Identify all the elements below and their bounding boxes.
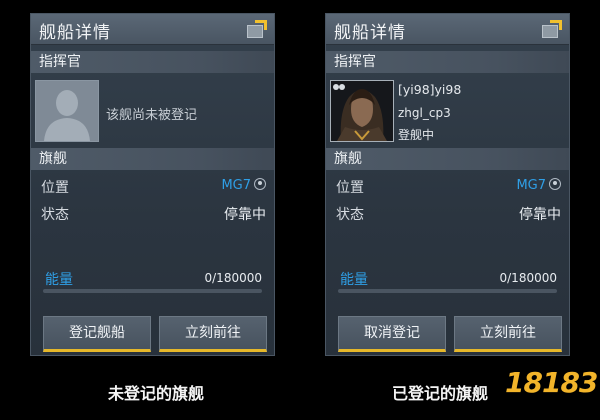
status-label: 状态 [41,207,69,223]
window-toggle-icon[interactable] [540,20,562,38]
energy-bar [338,289,557,293]
site-watermark: 18183 [505,366,598,399]
avatar-placeholder [35,80,99,142]
commander-id: zhgl_cp3 [398,106,451,120]
energy-label: 能量 [45,272,73,288]
register-ship-button[interactable]: 登记舰船 [43,316,151,352]
commander-name: [yi98]yi98 [398,82,462,97]
location-code[interactable]: MG7 [221,178,251,193]
panel-titlebar: 舰船详情 [31,14,274,45]
location-value[interactable]: MG7 [516,177,561,193]
energy-value: 0/180000 [499,271,558,285]
energy-label: 能量 [340,272,368,288]
ship-details-panel-registered: 舰船详情 指挥官 [yi98]yi98 zhgl_cp3 登舰中 旗舰 位置 M… [325,13,570,356]
location-label: 位置 [41,180,69,196]
caption-unregistered: 未登记的旗舰 [108,384,205,403]
caption-registered: 已登记的旗舰 [392,384,489,403]
energy-value: 0/180000 [204,271,263,285]
status-label: 状态 [336,207,364,223]
unregistered-message: 该舰尚未被登记 [106,108,198,123]
go-now-button[interactable]: 立刻前往 [159,316,267,352]
panel-titlebar: 舰船详情 [326,14,569,45]
ship-details-panel-unregistered: 舰船详情 指挥官 该舰尚未被登记 旗舰 位置 MG7 状态 停靠中 能量 0/1… [30,13,275,356]
commander-avatar[interactable] [330,80,394,142]
panel-title: 舰船详情 [39,23,111,43]
flagship-section-header: 旗舰 [31,148,274,170]
chat-bubble-icon [333,84,345,90]
commander-status: 登舰中 [398,128,435,142]
window-toggle-icon[interactable] [245,20,267,38]
panel-title: 舰船详情 [334,23,406,43]
cancel-registration-button[interactable]: 取消登记 [338,316,446,352]
energy-bar [43,289,262,293]
flagship-section-header: 旗舰 [326,148,569,170]
status-value: 停靠中 [519,207,561,223]
commander-section-header: 指挥官 [326,51,569,73]
go-now-button[interactable]: 立刻前往 [454,316,562,352]
location-code[interactable]: MG7 [516,178,546,193]
person-silhouette-icon [36,81,98,141]
location-label: 位置 [336,180,364,196]
status-value: 停靠中 [224,207,266,223]
location-value[interactable]: MG7 [221,177,266,193]
location-pin-icon[interactable] [254,178,266,190]
commander-section-header: 指挥官 [31,51,274,73]
location-pin-icon[interactable] [549,178,561,190]
